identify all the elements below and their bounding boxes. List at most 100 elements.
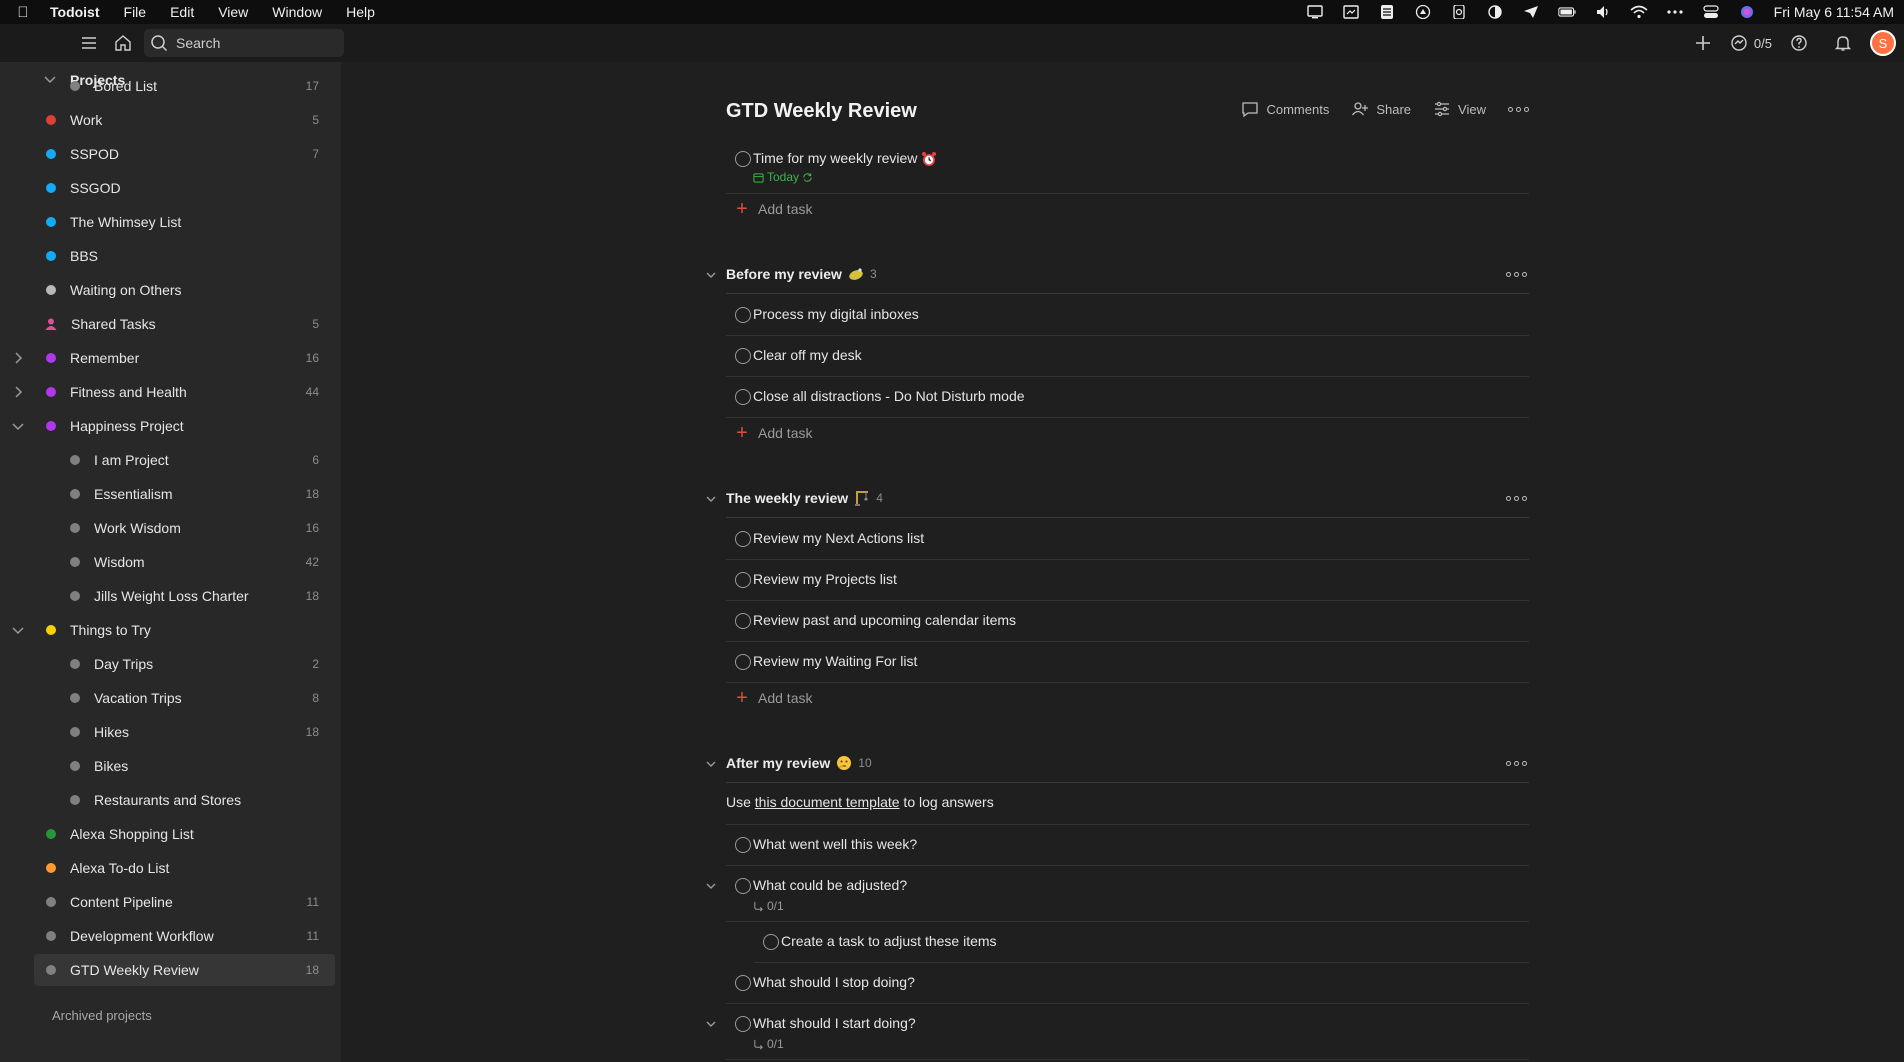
- more-tray-icon[interactable]: [1666, 5, 1684, 19]
- task-row[interactable]: Time for my weekly review Today: [726, 144, 1529, 194]
- chevron-down-icon[interactable]: [704, 268, 718, 282]
- sidebar-project-item[interactable]: Content Pipeline 11: [34, 886, 335, 918]
- sidebar-project-item[interactable]: Alexa To-do List: [34, 852, 335, 884]
- chevron-right-icon[interactable]: [10, 384, 26, 400]
- notifications-bell-icon[interactable]: [1826, 26, 1860, 60]
- sidebar-project-item[interactable]: Fitness and Health 44: [15, 376, 335, 408]
- sync-icon[interactable]: [1450, 5, 1468, 19]
- home-icon[interactable]: [106, 26, 140, 60]
- task-checkbox[interactable]: [735, 531, 751, 547]
- sidebar-project-item[interactable]: Happiness Project: [12, 410, 335, 442]
- due-date[interactable]: Today: [753, 170, 813, 184]
- sidebar-project-item[interactable]: Essentialism 18: [58, 478, 335, 510]
- task-row[interactable]: Clear off my desk: [726, 337, 1529, 377]
- sidebar-project-item[interactable]: Development Workflow 11: [34, 920, 335, 952]
- sidebar-project-item[interactable]: Bikes: [58, 750, 335, 782]
- task-checkbox[interactable]: [735, 878, 751, 894]
- chevron-down-icon[interactable]: [704, 1017, 718, 1031]
- more-options-icon[interactable]: [1506, 761, 1527, 766]
- sidebar-project-item[interactable]: Day Trips 2: [58, 648, 335, 680]
- menu-toggle-icon[interactable]: [72, 26, 106, 60]
- task-row[interactable]: What should I stop doing?: [726, 964, 1529, 1004]
- chevron-down-icon[interactable]: [10, 622, 26, 638]
- task-checkbox[interactable]: [735, 837, 751, 853]
- sidebar-project-item[interactable]: Hikes 18: [58, 716, 335, 748]
- help-icon[interactable]: [1782, 26, 1816, 60]
- task-row[interactable]: What went well this week?: [726, 826, 1529, 866]
- sidebar-project-item[interactable]: GTD Weekly Review 18: [34, 954, 335, 986]
- menu-file[interactable]: File: [112, 4, 159, 20]
- more-options-icon[interactable]: [1508, 106, 1529, 112]
- task-row[interactable]: Review my Next Actions list: [726, 520, 1529, 560]
- sidebar-project-item[interactable]: The Whimsey List: [34, 206, 335, 238]
- menu-view[interactable]: View: [206, 4, 260, 20]
- task-row[interactable]: Process my digital inboxes: [726, 296, 1529, 336]
- chevron-down-icon[interactable]: [704, 757, 718, 771]
- chevron-down-icon[interactable]: [10, 418, 26, 434]
- sidebar-project-item[interactable]: Wisdom 42: [58, 546, 335, 578]
- wifi-icon[interactable]: [1630, 5, 1648, 19]
- section-header[interactable]: After my review 10: [706, 751, 1529, 783]
- contrast-icon[interactable]: [1486, 5, 1504, 19]
- menubar-clock[interactable]: Fri May 6 11:54 AM: [1774, 4, 1894, 20]
- subtask-row[interactable]: Create a task to adjust these items: [754, 923, 1529, 963]
- task-checkbox[interactable]: [763, 934, 779, 950]
- more-options-icon[interactable]: [1506, 272, 1527, 277]
- add-task-button[interactable]: + Add task: [726, 421, 1026, 445]
- productivity-button[interactable]: 0/5: [1730, 34, 1772, 52]
- task-checkbox[interactable]: [735, 975, 751, 991]
- share-button[interactable]: Share: [1351, 100, 1411, 118]
- avatar[interactable]: S: [1870, 30, 1896, 56]
- search-input[interactable]: Search: [144, 29, 344, 57]
- sidebar-project-item[interactable]: Bored List 17: [58, 70, 335, 102]
- sidebar-project-item[interactable]: I am Project 6: [58, 444, 335, 476]
- sidebar-project-item[interactable]: BBS: [34, 240, 335, 272]
- sidebar-project-item[interactable]: Shared Tasks 5: [34, 308, 335, 340]
- apple-menu-icon[interactable]: : [0, 4, 46, 21]
- control-center-icon[interactable]: [1702, 5, 1720, 19]
- screenshot-icon[interactable]: [1342, 5, 1360, 19]
- chevron-right-icon[interactable]: [10, 350, 26, 366]
- task-checkbox[interactable]: [735, 654, 751, 670]
- add-task-button[interactable]: + Add task: [726, 197, 1026, 221]
- sidebar-project-item[interactable]: Remember 16: [15, 342, 335, 374]
- task-row[interactable]: Review my Projects list: [726, 561, 1529, 601]
- document-template-link[interactable]: this document template: [755, 794, 900, 810]
- task-checkbox[interactable]: [735, 1016, 751, 1032]
- task-row[interactable]: Review past and upcoming calendar items: [726, 602, 1529, 642]
- sidebar-project-item[interactable]: Restaurants and Stores: [58, 784, 335, 816]
- task-checkbox[interactable]: [735, 613, 751, 629]
- task-checkbox[interactable]: [735, 348, 751, 364]
- battery-icon[interactable]: [1557, 5, 1576, 19]
- stack-app-icon[interactable]: [1378, 5, 1396, 19]
- task-row[interactable]: What should I start doing? 0/1: [706, 1005, 1529, 1060]
- section-header[interactable]: Before my review 3: [706, 262, 1529, 294]
- chevron-down-icon[interactable]: [704, 492, 718, 506]
- upload-icon[interactable]: [1414, 5, 1432, 19]
- sidebar-project-item[interactable]: SSPOD 7: [34, 138, 335, 170]
- task-checkbox[interactable]: [735, 389, 751, 405]
- task-row[interactable]: Review my Waiting For list: [726, 643, 1529, 683]
- sidebar-project-item[interactable]: SSGOD: [34, 172, 335, 204]
- send-icon[interactable]: [1522, 5, 1540, 19]
- volume-icon[interactable]: [1594, 5, 1612, 19]
- sidebar-project-item[interactable]: Waiting on Others: [34, 274, 335, 306]
- sidebar-project-item[interactable]: Work Wisdom 16: [58, 512, 335, 544]
- sidebar-project-item[interactable]: Vacation Trips 8: [58, 682, 335, 714]
- task-row[interactable]: What could be adjusted? 0/1: [706, 867, 1529, 922]
- chevron-down-icon[interactable]: [42, 72, 58, 88]
- section-header[interactable]: The weekly review 4: [706, 486, 1529, 518]
- sidebar-project-item[interactable]: Work 5: [34, 104, 335, 136]
- siri-icon[interactable]: [1738, 5, 1756, 19]
- more-options-icon[interactable]: [1506, 496, 1527, 501]
- archived-projects-link[interactable]: Archived projects: [52, 1008, 152, 1023]
- display-icon[interactable]: [1306, 5, 1324, 19]
- task-row[interactable]: Close all distractions - Do Not Disturb …: [726, 378, 1529, 418]
- sidebar-project-item[interactable]: Alexa Shopping List: [34, 818, 335, 850]
- sidebar-project-item[interactable]: Jills Weight Loss Charter 18: [58, 580, 335, 612]
- quick-add-icon[interactable]: [1686, 26, 1720, 60]
- comments-button[interactable]: Comments: [1241, 100, 1329, 118]
- sidebar-project-item[interactable]: Things to Try: [12, 614, 335, 646]
- task-checkbox[interactable]: [735, 572, 751, 588]
- app-menu[interactable]: Todoist: [46, 4, 112, 20]
